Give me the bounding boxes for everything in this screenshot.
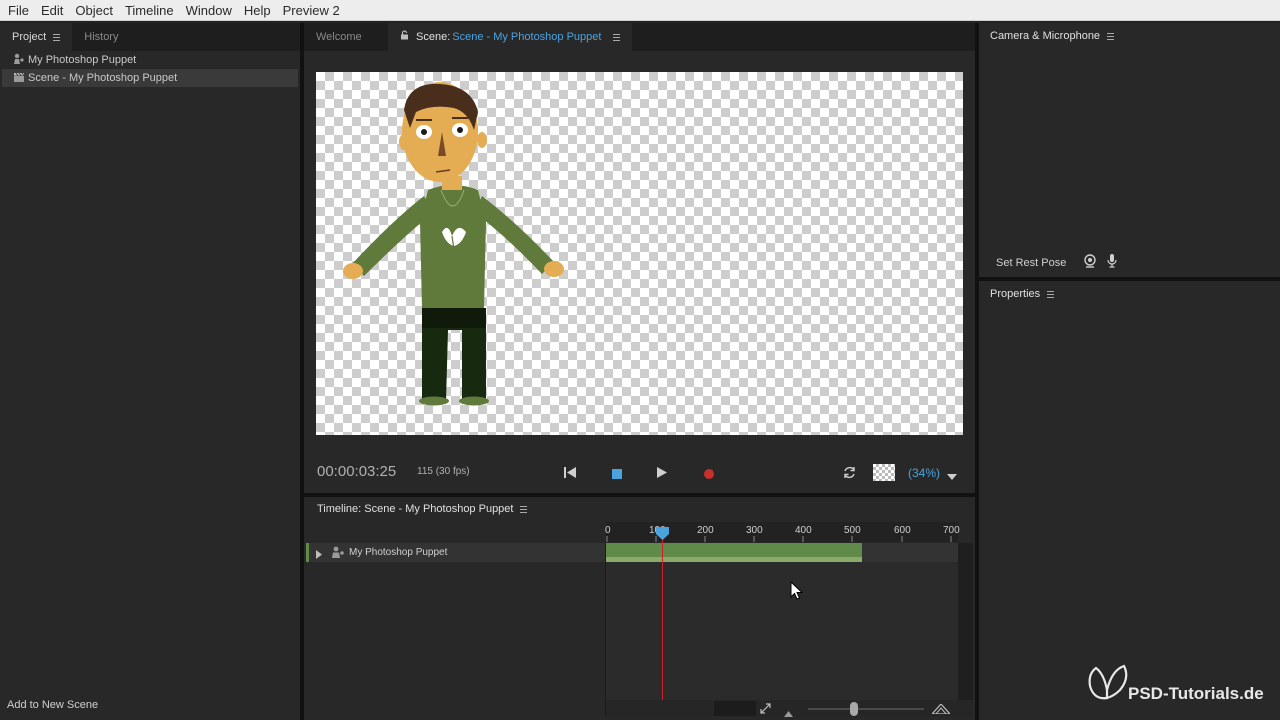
timeline-body (606, 562, 958, 700)
timeline-hscroll[interactable] (714, 701, 756, 716)
panel-menu-icon[interactable] (520, 505, 528, 513)
tab-project-label: Project (12, 31, 47, 43)
webcam-icon[interactable] (1084, 254, 1096, 271)
puppet-figure (343, 82, 564, 406)
timecode: 00:00:03:25 (317, 463, 397, 480)
menu-help[interactable]: Help (238, 0, 277, 21)
camera-panel-title-row: Camera & Microphone (990, 30, 1115, 42)
divider-vertical-right (975, 23, 979, 720)
microphone-icon[interactable] (1107, 254, 1117, 271)
track-name: My Photoshop Puppet (349, 547, 448, 558)
menu-edit[interactable]: Edit (35, 0, 69, 21)
loop-icon[interactable] (843, 466, 856, 482)
timeline-title-row: Timeline: Scene - My Photoshop Puppet (317, 503, 528, 515)
menu-window[interactable]: Window (180, 0, 238, 21)
fit-view-icon[interactable] (760, 703, 771, 717)
watermark: PSD-Tutorials.de (1086, 660, 1276, 706)
ruler-label: 400 (795, 525, 812, 536)
properties-title-row: Properties (990, 288, 1055, 300)
puppet-icon (13, 53, 25, 65)
menu-bar: File Edit Object Timeline Window Help Pr… (0, 0, 1280, 21)
tab-scene-prefix: Scene: (416, 31, 451, 43)
transparency-grid-icon[interactable] (873, 464, 895, 481)
set-rest-pose-button[interactable]: Set Rest Pose (996, 257, 1066, 269)
scene-tabbar: Welcome Scene: Scene - My Photoshop Puppe… (304, 23, 975, 51)
add-to-new-scene-button[interactable]: Add to New Scene (7, 699, 98, 711)
project-panel: Project History My Photoshop Puppet Scen… (0, 23, 300, 720)
panel-menu-icon[interactable] (53, 33, 61, 41)
divider-horizontal-mid (304, 493, 975, 497)
menu-object[interactable]: Object (69, 0, 119, 21)
watermark-text: PSD-Tutorials.de (1128, 684, 1264, 703)
play-icon[interactable] (657, 467, 667, 481)
panel-menu-icon[interactable] (1047, 290, 1055, 298)
menu-preview[interactable]: Preview 2 (277, 0, 346, 21)
track-row[interactable]: My Photoshop Puppet (306, 543, 606, 562)
scene-canvas[interactable] (316, 72, 963, 435)
record-icon[interactable] (704, 468, 714, 482)
lock-icon[interactable] (400, 23, 409, 51)
ruler-label: 200 (697, 525, 714, 536)
frame-info: 115 (30 fps) (417, 466, 470, 477)
timeline-scrollbar[interactable] (958, 543, 973, 700)
zoom-level[interactable]: (34%) (908, 466, 940, 480)
playhead-line (662, 538, 663, 700)
zoom-slider-thumb[interactable] (850, 702, 858, 716)
zoom-slider-track[interactable] (808, 708, 924, 710)
scene-clapper-icon (13, 71, 25, 83)
project-tabbar: Project History (0, 23, 300, 51)
menu-file[interactable]: File (2, 0, 35, 21)
ruler-label: 600 (894, 525, 911, 536)
track-clip-bar[interactable] (606, 543, 862, 562)
timeline-title: Timeline: Scene - My Photoshop Puppet (317, 503, 514, 515)
tab-scene[interactable]: Scene: Scene - My Photoshop Puppet (388, 23, 633, 51)
mouse-cursor-icon (790, 580, 804, 603)
zoom-in-icon[interactable] (930, 703, 952, 717)
zoom-out-icon[interactable] (784, 706, 793, 720)
panel-menu-icon[interactable] (613, 33, 621, 41)
list-item-label: My Photoshop Puppet (28, 54, 137, 66)
ruler-label: 500 (844, 525, 861, 536)
zoom-dropdown-icon[interactable] (947, 469, 957, 483)
ruler-label: 0 (605, 525, 611, 536)
menu-timeline[interactable]: Timeline (119, 0, 180, 21)
tab-scene-name: Scene - My Photoshop Puppet (452, 31, 602, 43)
expand-triangle-icon[interactable] (316, 548, 322, 562)
timeline-divider (605, 543, 606, 717)
panel-menu-icon[interactable] (1107, 32, 1115, 40)
list-item-scene[interactable]: Scene - My Photoshop Puppet (2, 69, 298, 87)
stop-icon[interactable] (612, 468, 622, 482)
go-to-start-icon[interactable] (564, 467, 576, 481)
camera-panel-title: Camera & Microphone (990, 30, 1101, 42)
playhead-handle-icon[interactable] (656, 527, 669, 543)
camera-microphone-panel: Camera & Microphone Set Rest Pose (979, 23, 1280, 277)
tab-project[interactable]: Project (0, 23, 73, 51)
properties-title: Properties (990, 288, 1041, 300)
properties-panel: Properties (979, 281, 1280, 720)
ruler-label: 700 (943, 525, 960, 536)
tab-history[interactable]: History (72, 23, 130, 51)
list-item-puppet[interactable]: My Photoshop Puppet (2, 51, 298, 69)
tab-welcome[interactable]: Welcome (304, 23, 388, 51)
divider-vertical-left (300, 23, 304, 720)
ruler-label: 300 (746, 525, 763, 536)
divider-horizontal-right (979, 277, 1280, 281)
butterfly-logo-icon (1088, 664, 1128, 700)
puppet-icon (331, 546, 345, 561)
list-item-label: Scene - My Photoshop Puppet (28, 72, 178, 84)
